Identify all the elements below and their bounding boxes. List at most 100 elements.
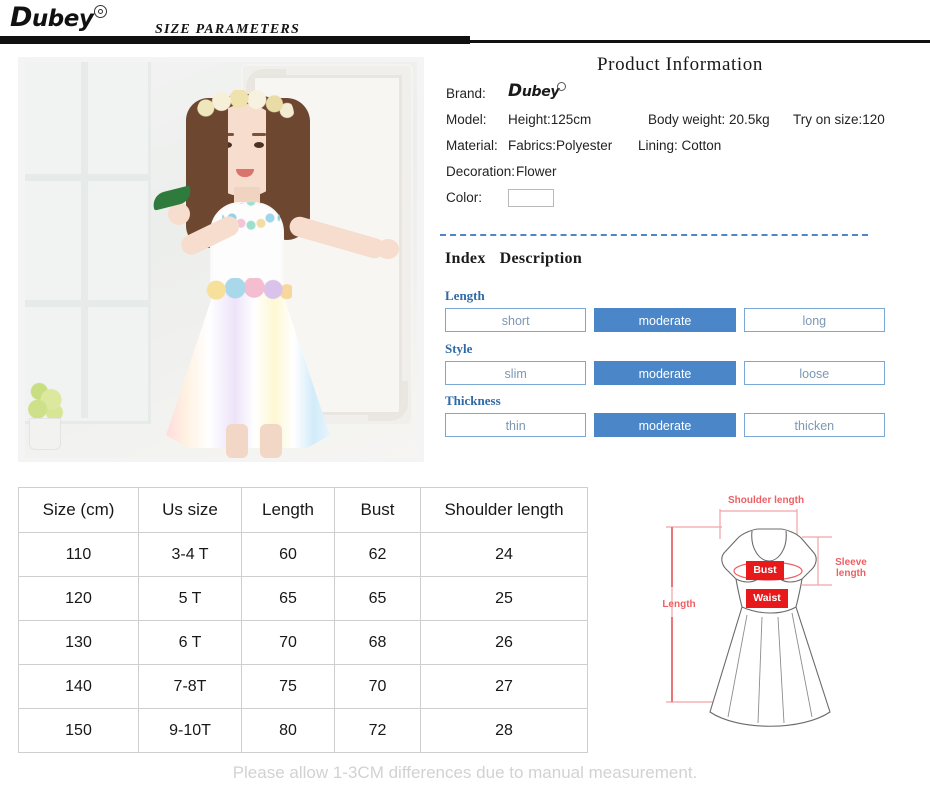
index-heading-label: Index (445, 250, 486, 267)
table-header-shoulder-length: Shoulder length (420, 487, 588, 533)
measurement-diagram: Shoulder length Sleeve length Length Bus… (642, 487, 912, 745)
model-leg-left (226, 424, 248, 458)
spiral-icon-small (557, 82, 566, 91)
cell-shoulder-length: 26 (420, 620, 588, 665)
material-lining-value: Lining: Cotton (638, 138, 722, 153)
model-leg-right (260, 424, 282, 458)
label-shoulder-length: Shoulder length (728, 495, 805, 506)
option-group-length-buttons: short moderate long (445, 308, 885, 332)
decoration-label: Decoration: (446, 164, 516, 179)
cell-length: 70 (241, 620, 335, 665)
table-header-length: Length (241, 487, 335, 533)
cell-bust: 72 (334, 708, 421, 753)
cell-bust: 62 (334, 532, 421, 577)
cell-bust: 70 (334, 664, 421, 709)
measurement-disclaimer: Please allow 1-3CM differences due to ma… (232, 763, 698, 782)
table-header-row: Size (cm) Us size Length Bust Shoulder l… (18, 487, 588, 533)
cell-bust: 65 (334, 576, 421, 621)
brand-label: Brand: (446, 86, 486, 101)
label-sleeve-length: Sleeve length (835, 557, 867, 579)
table-header-bust: Bust (334, 487, 421, 533)
header-rule-thick (0, 36, 470, 44)
dress-skirt (166, 288, 330, 448)
cell-us-size: 3-4 T (138, 532, 242, 577)
brand-inline-initial: D (508, 81, 522, 101)
option-group-length-label: Length (445, 288, 485, 303)
cell-shoulder-length: 28 (420, 708, 588, 753)
model-figure (130, 72, 399, 458)
size-chart-table: Size (cm) Us size Length Bust Shoulder l… (18, 487, 588, 753)
table-row: 120 5 T 65 65 25 (18, 576, 588, 621)
option-style-loose[interactable]: loose (743, 361, 885, 385)
cell-length: 75 (241, 664, 335, 709)
product-photo-image (25, 62, 417, 458)
option-group-thickness: Thickness thin moderate thicken (445, 393, 885, 437)
cell-size: 130 (18, 620, 139, 665)
cell-size: 140 (18, 664, 139, 709)
table-row: 150 9-10T 80 72 28 (18, 708, 588, 753)
option-group-style-label: Style (445, 341, 473, 356)
color-swatch[interactable] (508, 189, 554, 207)
table-header-us-size: Us size (138, 487, 242, 533)
brand-inline-logo-text: Dubey (508, 82, 578, 101)
flower-crown (196, 90, 294, 120)
header-rule-thin (470, 40, 930, 43)
cell-size: 150 (18, 708, 139, 753)
cell-bust: 68 (334, 620, 421, 665)
table-row: 110 3-4 T 60 62 24 (18, 532, 588, 577)
brand-inline-logo: Dubey (508, 82, 578, 102)
dress-flower-waistband (206, 278, 292, 300)
cell-length: 80 (241, 708, 335, 753)
dress-outline-svg (666, 509, 832, 727)
cell-size: 110 (18, 532, 139, 577)
model-weight-value: Body weight: 20.5kg (648, 112, 770, 127)
option-group-thickness-buttons: thin moderate thicken (445, 413, 885, 437)
label-bust: Bust (746, 561, 784, 580)
option-length-moderate[interactable]: moderate (594, 308, 736, 332)
brand-logo-rest: ubey (31, 6, 94, 32)
option-group-thickness-label: Thickness (445, 393, 501, 408)
model-label: Model: (446, 112, 487, 127)
option-style-moderate[interactable]: moderate (594, 361, 736, 385)
product-photo (18, 57, 424, 462)
option-length-short[interactable]: short (445, 308, 587, 332)
option-thickness-thin[interactable]: thin (445, 413, 587, 437)
spiral-icon (94, 5, 107, 18)
model-height-value: Height:125cm (508, 112, 592, 127)
cell-us-size: 7-8T (138, 664, 242, 709)
index-description-heading: Index Description (445, 250, 582, 268)
brand-logo-text: Dubey (10, 4, 140, 33)
option-thickness-moderate[interactable]: moderate (594, 413, 736, 437)
model-hand-right (377, 239, 399, 259)
option-group-style-buttons: slim moderate loose (445, 361, 885, 385)
brand-logo: Dubey (10, 4, 140, 34)
cell-shoulder-length: 24 (420, 532, 588, 577)
option-thickness-thicken[interactable]: thicken (743, 413, 885, 437)
cell-us-size: 6 T (138, 620, 242, 665)
plant-pot-decor (29, 418, 61, 450)
model-brow-right (252, 133, 266, 136)
brand-inline-rest: ubey (521, 84, 560, 100)
page-header: Dubey SIZE PARAMETERS (0, 0, 930, 44)
cell-size: 120 (18, 576, 139, 621)
model-eye-right (254, 142, 264, 148)
option-group-style: Style slim moderate loose (445, 341, 885, 385)
cell-us-size: 5 T (138, 576, 242, 621)
table-row: 130 6 T 70 68 26 (18, 620, 588, 665)
color-label: Color: (446, 190, 483, 205)
window-mullion-vertical (81, 62, 88, 418)
material-fabrics-value: Fabrics:Polyester (508, 138, 613, 153)
table-row: 140 7-8T 75 70 27 (18, 664, 588, 709)
option-length-long[interactable]: long (743, 308, 885, 332)
option-style-slim[interactable]: slim (445, 361, 587, 385)
model-arm-right (287, 214, 387, 261)
cell-length: 60 (241, 532, 335, 577)
decoration-value: Flower (516, 164, 557, 179)
product-information-title: Product Information (596, 54, 763, 75)
cell-length: 65 (241, 576, 335, 621)
dashed-divider (440, 234, 868, 236)
label-length: Length (662, 599, 696, 610)
table-header-size: Size (cm) (18, 487, 139, 533)
cell-shoulder-length: 27 (420, 664, 588, 709)
cell-us-size: 9-10T (138, 708, 242, 753)
